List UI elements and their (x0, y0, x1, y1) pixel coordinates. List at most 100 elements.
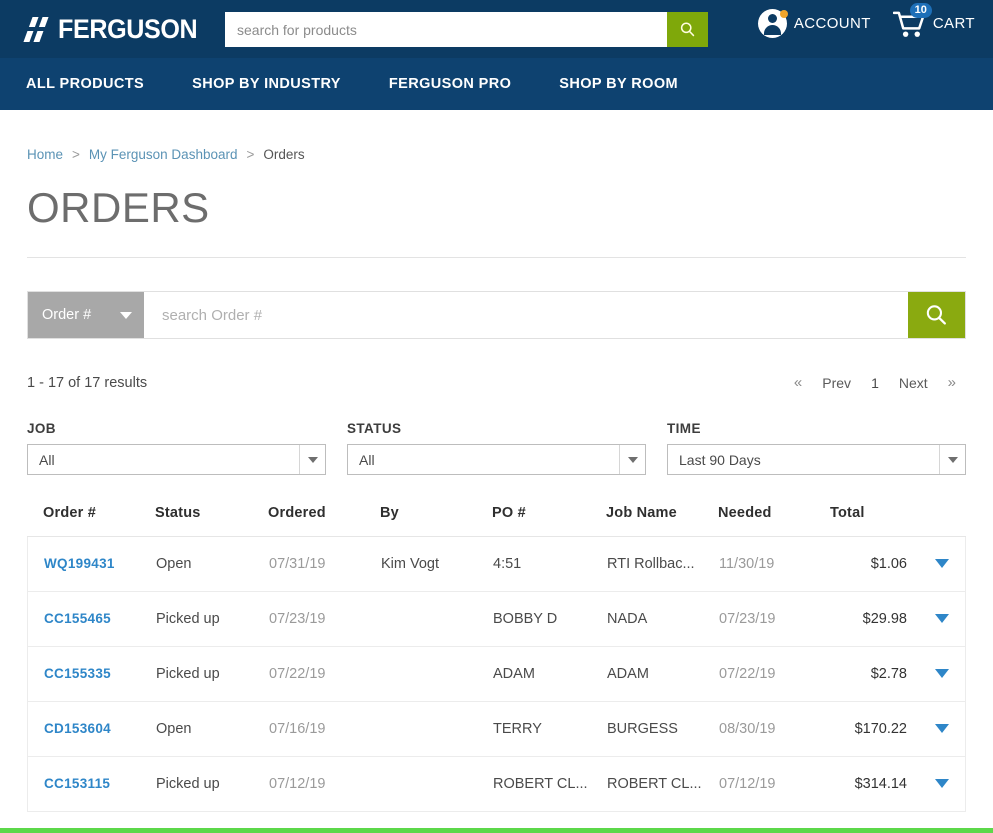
table-row[interactable]: WQ199431 Open 07/31/19 Kim Vogt 4:51 RTI… (27, 537, 966, 592)
account-icon (757, 9, 788, 38)
order-number-link[interactable]: CC153115 (44, 776, 110, 791)
cart-icon-wrap: 10 (892, 3, 932, 39)
cell-po-number: TERRY (493, 721, 542, 737)
pagination-page-1[interactable]: 1 (861, 372, 889, 394)
pagination-next[interactable]: Next (889, 372, 938, 394)
pagination-first[interactable]: « (784, 371, 812, 394)
cell-job-name: RTI Rollbac... (607, 556, 695, 572)
orders-table-header: Order # Status Ordered By PO # Job Name … (27, 505, 966, 537)
product-search-input[interactable] (225, 12, 667, 47)
row-expand-chevron-down-icon[interactable] (935, 779, 949, 788)
product-search-button[interactable] (667, 12, 708, 47)
cart-count-badge: 10 (909, 3, 932, 18)
table-row[interactable]: CD153604 Open 07/16/19 TERRY BURGESS 08/… (27, 702, 966, 757)
cell-po-number: ROBERT CL... (493, 776, 588, 792)
nav-item-ferguson-pro[interactable]: FERGUSON PRO (389, 76, 511, 92)
chevron-down-icon (120, 311, 132, 319)
ferguson-logo-mark-icon (23, 17, 52, 42)
breadcrumb-item-home[interactable]: Home (27, 147, 63, 162)
cell-status: Picked up (156, 776, 220, 792)
column-header-by: By (380, 505, 399, 521)
column-header-needed: Needed (718, 505, 772, 521)
order-search-input[interactable] (144, 292, 908, 338)
column-header-po: PO # (492, 505, 526, 521)
cell-total: $29.98 (862, 611, 907, 627)
cell-job-name: ROBERT CL... (607, 776, 702, 792)
order-number-link[interactable]: WQ199431 (44, 556, 115, 571)
breadcrumb-item-dashboard[interactable]: My Ferguson Dashboard (89, 147, 238, 162)
filter-job-label: JOB (27, 421, 56, 436)
cart-label: CART (932, 15, 975, 32)
ferguson-logo[interactable]: FERGUSON (23, 14, 208, 44)
filter-time-select[interactable]: Last 90 Days (667, 444, 966, 475)
cell-status: Open (156, 721, 192, 737)
breadcrumb-separator: > (246, 147, 255, 162)
cell-po-number: BOBBY D (493, 611, 558, 627)
filter-job: JOB All (27, 421, 326, 475)
cell-job-name: NADA (607, 611, 648, 627)
breadcrumb-item-orders: Orders (263, 147, 305, 162)
order-search-type-select[interactable]: Order # (28, 292, 144, 338)
row-expand-chevron-down-icon[interactable] (935, 559, 949, 568)
nav-item-shop-by-room[interactable]: SHOP BY ROOM (559, 76, 678, 92)
page-load-progress-bar (0, 828, 993, 833)
nav-item-all-products[interactable]: ALL PRODUCTS (26, 76, 144, 92)
column-header-job-name: Job Name (606, 505, 677, 521)
filter-time-label: TIME (667, 421, 701, 436)
cell-job-name: ADAM (607, 666, 649, 682)
cell-po-number: ADAM (493, 666, 535, 682)
column-header-ordered: Ordered (268, 505, 326, 521)
filter-job-select[interactable]: All (27, 444, 326, 475)
cell-total: $170.22 (854, 721, 907, 737)
cell-total: $2.78 (870, 666, 907, 682)
filter-time: TIME Last 90 Days (667, 421, 966, 475)
cell-job-name: BURGESS (607, 721, 678, 737)
cart-menu[interactable]: 10 CART (892, 3, 975, 39)
column-header-total: Total (830, 505, 865, 521)
cell-po-number: 4:51 (493, 556, 522, 572)
filter-status-select[interactable]: All (347, 444, 646, 475)
results-count: 1 - 17 of 17 results (27, 374, 148, 391)
filter-status: STATUS All (347, 421, 646, 475)
nav-item-shop-by-industry[interactable]: SHOP BY INDUSTRY (192, 76, 341, 92)
cell-needed-date: 07/12/19 (719, 776, 776, 792)
column-header-order: Order # (43, 505, 96, 521)
cell-total: $314.14 (854, 776, 907, 792)
pagination-prev[interactable]: Prev (812, 372, 861, 394)
title-divider (27, 257, 966, 258)
order-number-link[interactable]: CC155335 (44, 666, 111, 681)
chevron-down-icon (939, 445, 965, 474)
cell-ordered-date: 07/12/19 (269, 776, 326, 792)
filter-status-value: All (359, 451, 375, 468)
pagination: « Prev 1 Next » (784, 371, 966, 394)
account-notification-dot-icon (779, 10, 788, 18)
account-menu[interactable]: ACCOUNT (757, 9, 871, 38)
pagination-last[interactable]: » (938, 371, 966, 394)
order-search-bar: Order # (27, 291, 966, 339)
row-expand-chevron-down-icon[interactable] (935, 614, 949, 623)
table-row[interactable]: CC155335 Picked up 07/22/19 ADAM ADAM 07… (27, 647, 966, 702)
cell-status: Open (156, 556, 192, 572)
cell-total: $1.06 (870, 556, 907, 572)
cell-needed-date: 08/30/19 (719, 721, 776, 737)
results-pagination-row: 1 - 17 of 17 results « Prev 1 Next » (27, 371, 966, 394)
row-expand-chevron-down-icon[interactable] (935, 669, 949, 678)
order-search-button[interactable] (908, 292, 965, 338)
orders-table: Order # Status Ordered By PO # Job Name … (27, 505, 966, 812)
cell-ordered-date: 07/16/19 (269, 721, 326, 737)
order-number-link[interactable]: CD153604 (44, 721, 111, 736)
table-row[interactable]: CC153115 Picked up 07/12/19 ROBERT CL...… (27, 757, 966, 812)
row-expand-chevron-down-icon[interactable] (935, 724, 949, 733)
table-row[interactable]: CC155465 Picked up 07/23/19 BOBBY D NADA… (27, 592, 966, 647)
breadcrumb: Home > My Ferguson Dashboard > Orders (0, 110, 993, 162)
filters-row: JOB All STATUS All TIME Last 90 Days (27, 421, 966, 475)
chevron-down-icon (299, 445, 325, 474)
cell-needed-date: 11/30/19 (719, 556, 775, 572)
order-search-type-value: Order # (42, 307, 92, 323)
header-utility-nav: ACCOUNT 10 CART (757, 3, 975, 39)
column-header-status: Status (155, 505, 201, 521)
order-number-link[interactable]: CC155465 (44, 611, 111, 626)
cell-status: Picked up (156, 611, 220, 627)
site-header: FERGUSON ACCOUNT 10 (0, 0, 993, 58)
filter-status-label: STATUS (347, 421, 402, 436)
